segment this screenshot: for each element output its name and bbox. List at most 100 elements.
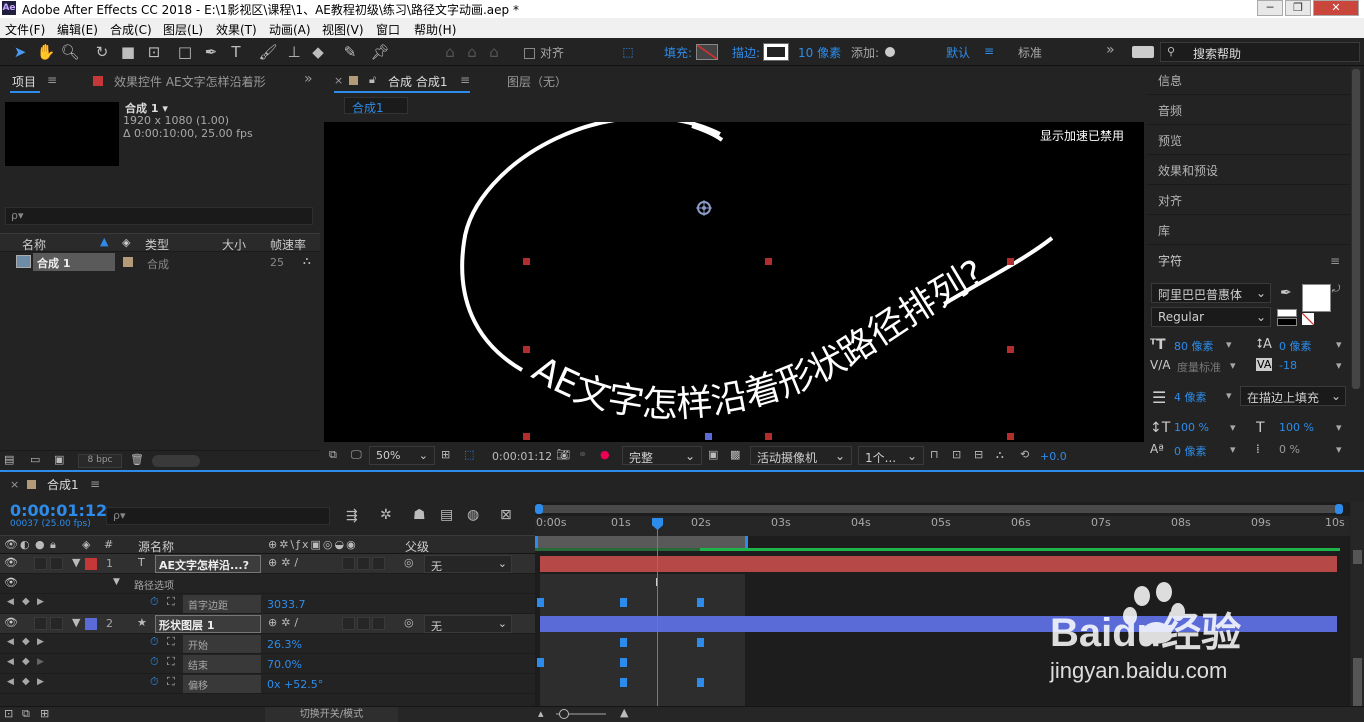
panel-audio[interactable]: 音频 [1147,97,1350,125]
menu-help[interactable]: 帮助(H) [414,21,456,38]
bpc-button[interactable]: 8 bpc [78,454,122,468]
switch-box[interactable] [372,557,385,570]
exposure-value[interactable]: +0.0 [1040,450,1067,463]
label-tag-icon[interactable]: ◈ [82,538,90,551]
prev-keyframe-icon[interactable]: ◀ [7,597,14,607]
zoom-slider-thumb[interactable] [559,709,569,719]
add-button-icon[interactable] [885,47,895,57]
baseline-shift-value[interactable]: 0 像素 [1174,443,1207,459]
solo-checkbox[interactable] [34,617,47,630]
prop-value-offset[interactable]: 0x +52.5° [267,678,323,691]
expand-arrow-icon[interactable]: ▼ [72,616,80,629]
right-panel-scrollbar[interactable] [1351,67,1361,389]
project-row[interactable]: 合成 1 合成 25 ⛬ [0,253,320,271]
keyframe[interactable] [697,638,704,647]
tab-timeline-comp[interactable]: 合成1 [47,476,79,493]
roto-brush-tool-icon[interactable]: ✎ [340,42,360,62]
eraser-tool-icon[interactable]: ◆ [308,42,328,62]
comp-viewer[interactable]: AE文字怎样沿着形状路径排列? 显示加速已禁用 [324,122,1144,442]
expand-arrow-icon[interactable]: ▼ [72,556,80,569]
layer-1-bar[interactable] [540,556,1337,572]
layer-row-1[interactable]: 👁︎ ▼ 1 T AE文字怎样沿...? ⊕✲/ ◎ 无 ⌄ [0,554,535,574]
panel-info[interactable]: 信息 [1147,67,1350,95]
toggle-switches-modes[interactable]: 切换开关/模式 [265,707,398,722]
handle[interactable] [765,433,772,440]
views-select[interactable]: 1个... ⌄ [858,446,924,465]
leading-value[interactable]: 0 像素 [1279,338,1312,354]
pen-tool-icon[interactable]: ✒ [201,42,221,62]
solo-checkbox[interactable] [34,557,47,570]
tab-layer[interactable]: 图层（无） [507,73,567,90]
region-icon[interactable]: ⬚ [464,448,474,461]
visibility-eye-icon[interactable]: 👁︎ [4,556,18,569]
fill-swatch[interactable] [696,44,718,60]
panel-library[interactable]: 库 [1147,217,1350,245]
prop-value-first-margin[interactable]: 3033.7 [267,598,306,611]
minimize-button[interactable]: ─ [1257,0,1283,16]
always-preview-icon[interactable]: ⧉ [329,448,337,462]
timeline-search-input[interactable]: ρ▾ [106,507,330,525]
hide-shy-icon[interactable]: ☗ [413,507,426,523]
current-time[interactable]: 0:00:01:12 [10,501,107,520]
search-help-field[interactable]: ⚲ 搜索帮助 [1160,42,1360,62]
workspace-standard[interactable]: 标准 [1018,44,1042,61]
prev-keyframe-icon[interactable]: ◀ [7,677,14,687]
panel-effects-presets[interactable]: 效果和预设 [1147,157,1350,185]
tsume-value[interactable]: 0 % [1279,443,1300,456]
zoom-out-icon[interactable]: ▴ [538,707,544,720]
scroll-thumb[interactable] [1353,658,1362,706]
monitor-icon[interactable]: 🖵︎ [351,448,362,462]
stroke-swatch[interactable] [763,43,789,61]
trash-icon[interactable]: 🗑︎ [130,453,144,466]
layer-switches-toggle-icon[interactable]: ⊡ [4,707,13,720]
time-navigator[interactable] [535,504,1343,514]
workspace-menu-icon[interactable]: ≡ [984,44,994,58]
chevron-down-icon[interactable]: ▾ [1230,443,1236,456]
in-out-toggle-icon[interactable]: ⊞ [40,707,49,720]
project-search-input[interactable]: ρ▾ [5,207,313,225]
zoom-in-icon[interactable]: ▲ [620,706,628,719]
graph-icon[interactable]: ⛶ [167,655,175,669]
camera-tool-icon[interactable]: ■ [118,42,138,62]
zoom-select[interactable]: 50% ⌄ [369,446,435,465]
local-axis-icon[interactable]: ⌂ [440,42,460,62]
zoom-slider[interactable] [556,709,606,719]
label-color[interactable] [85,618,97,630]
transfer-controls-toggle-icon[interactable]: ⧉ [22,707,30,721]
eye-icon[interactable]: 👁︎ [4,538,18,551]
font-family-select[interactable]: 阿里巴巴普惠体 ⌄ [1151,283,1271,303]
panel-preview[interactable]: 预览 [1147,127,1350,155]
close-tab-icon[interactable]: × [334,74,343,87]
sort-arrow-icon[interactable]: ▲ [100,235,108,248]
work-area-bar[interactable] [535,536,748,548]
graph-editor-icon[interactable]: ⊠ [500,507,512,523]
comp-menu-icon[interactable]: ≡ [460,73,470,87]
stopwatch-icon[interactable]: ⏱︎ [150,595,159,609]
expand-arrow-icon[interactable]: ▼ [113,577,120,587]
brush-tool-icon[interactable]: 🖌︎ [258,42,278,62]
type-tool-icon[interactable]: T [226,42,246,62]
scroll-thumb[interactable] [1353,550,1362,564]
default-colors-icon[interactable] [1277,309,1297,317]
show-snapshot-icon[interactable]: ⚭ [578,448,587,461]
col-type[interactable]: 类型 [145,236,169,253]
switches-icons[interactable]: ⊕✲\ƒx▣◎◒◉ [268,538,358,551]
comp-breadcrumb[interactable]: 合成1 [344,97,408,115]
tab-composition[interactable]: 合成 合成1 [388,73,447,90]
handle[interactable] [1007,346,1014,353]
graph-icon[interactable]: ⛶ [167,635,175,649]
lock-checkbox[interactable] [50,557,63,570]
layer-name-2[interactable]: 形状图层 1 [155,615,261,633]
solo-icon[interactable]: ● [35,538,45,551]
keyframe-diamond-icon[interactable]: ◆ [22,636,30,647]
swap-colors-icon[interactable]: ⤾ [1332,284,1340,295]
visibility-eye-icon[interactable]: 👁︎ [4,616,18,629]
col-parent[interactable]: 父级 [405,538,429,555]
pan-behind-tool-icon[interactable]: ⊡ [144,42,164,62]
parent-pickwhip-icon[interactable]: ◎ [404,556,414,569]
keyframe[interactable] [620,678,627,687]
audio-icon[interactable]: ◐ [20,538,30,551]
switch-box[interactable] [342,557,355,570]
chevron-down-icon[interactable]: ▾ [1336,421,1342,434]
parent-select-1[interactable]: 无 ⌄ [424,555,512,573]
